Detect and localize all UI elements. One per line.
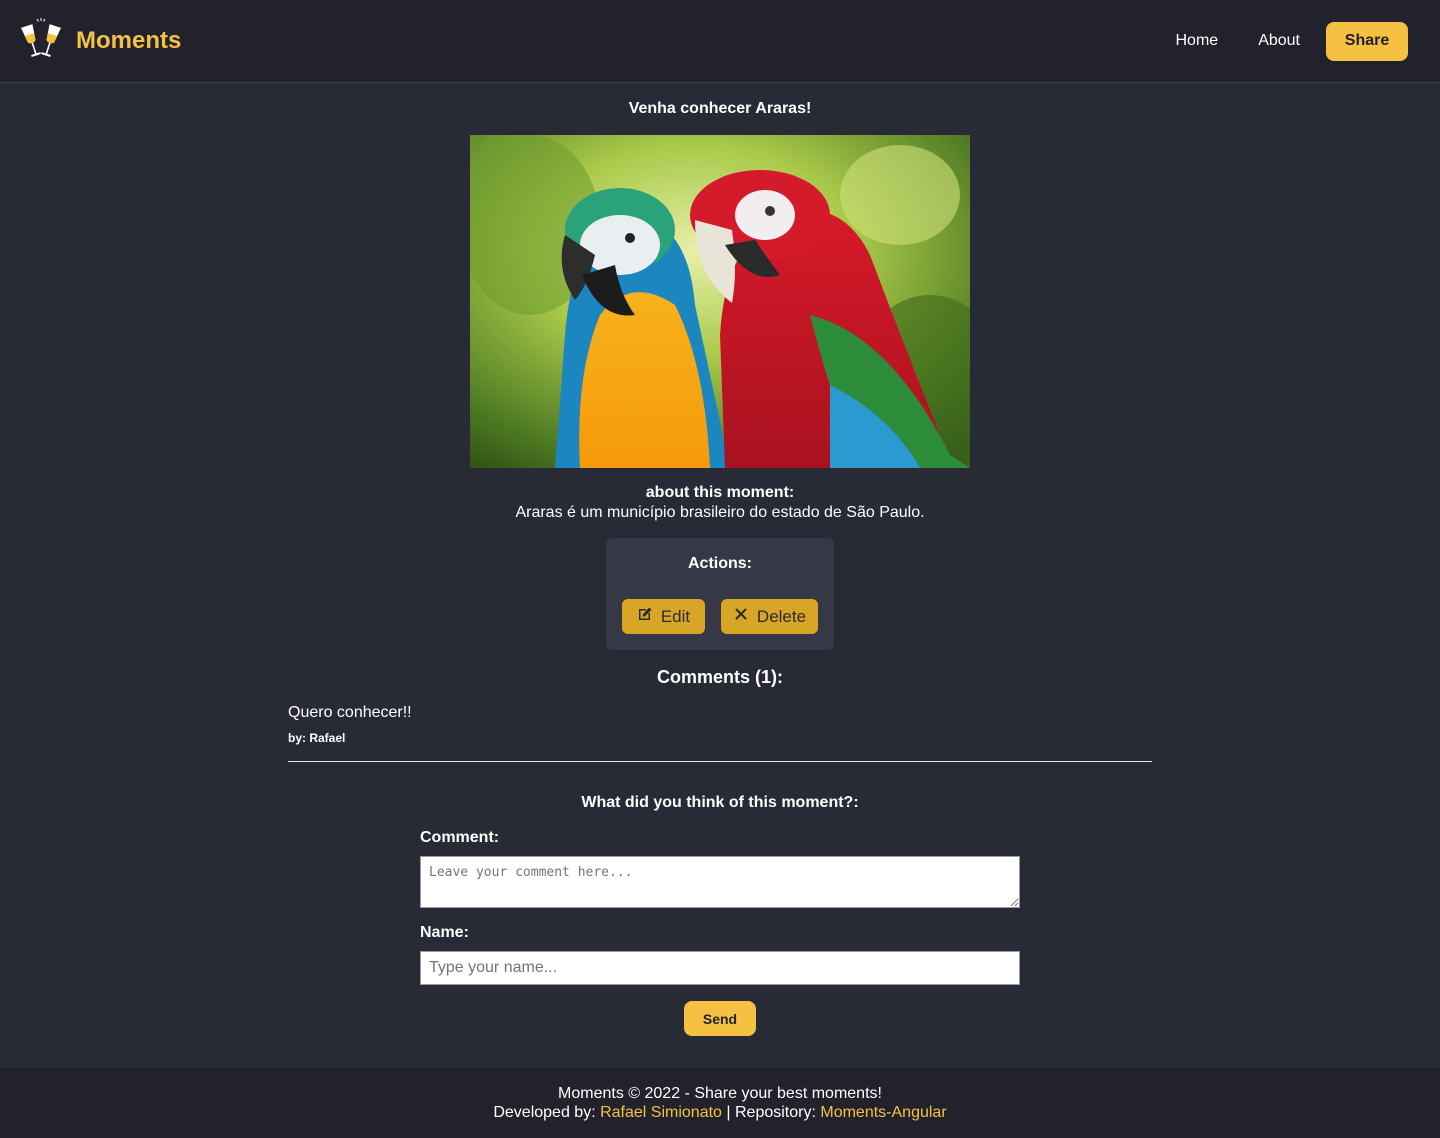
comment-text: Quero conhecer!! — [288, 704, 412, 721]
nav-home-link[interactable]: Home — [1156, 32, 1239, 50]
repository-label: Repository: — [735, 1104, 816, 1121]
name-input[interactable] — [420, 951, 1020, 985]
moment-description: Araras é um município brasileiro do esta… — [515, 504, 925, 521]
close-icon — [733, 606, 749, 627]
footer-separator: | — [726, 1104, 731, 1121]
comments-title: Comments (1): — [656, 667, 783, 687]
about-label: about this moment: — [645, 484, 795, 501]
delete-button[interactable]: Delete — [721, 599, 818, 634]
footer-tagline: Moments © 2022 - Share your best moments… — [558, 1085, 882, 1102]
edit-button[interactable]: Edit — [622, 599, 705, 634]
edit-icon — [637, 606, 653, 627]
comment-textarea[interactable] — [420, 856, 1020, 908]
brand[interactable]: Moments — [16, 17, 181, 66]
share-button[interactable]: Share — [1326, 21, 1408, 61]
developed-by-label: Developed by: — [493, 1104, 596, 1121]
moment-page: Venha conhecer Araras! about this moment… — [0, 83, 1440, 1068]
top-navbar: Moments Home About Share — [0, 0, 1440, 83]
developer-link[interactable]: Rafael Simionato — [600, 1104, 722, 1121]
champagne-toast-icon — [16, 17, 66, 66]
actions-title: Actions: — [688, 555, 752, 572]
comment-field-label: Comment: — [420, 829, 500, 846]
actions-panel: Actions: Edit Delete — [606, 538, 834, 650]
send-button[interactable]: Send — [684, 1001, 756, 1036]
footer: Moments © 2022 - Share your best moments… — [0, 1068, 1440, 1138]
moment-title: Venha conhecer Araras! — [628, 100, 812, 117]
delete-label: Delete — [756, 606, 807, 626]
name-field-label: Name: — [420, 924, 469, 941]
main-nav: Home About Share — [1156, 21, 1408, 61]
brand-name[interactable]: Moments — [76, 27, 181, 55]
nav-about-link[interactable]: About — [1238, 32, 1320, 50]
footer-credits: Developed by: Rafael Simionato | Reposit… — [0, 1103, 1440, 1122]
edit-label: Edit — [660, 606, 691, 626]
comment-form-title: What did you think of this moment?: — [581, 794, 859, 811]
repository-link[interactable]: Moments-Angular — [820, 1104, 946, 1121]
comment-author: by: Rafael — [288, 731, 346, 745]
comment-divider — [288, 761, 1152, 762]
moment-image — [470, 135, 970, 468]
